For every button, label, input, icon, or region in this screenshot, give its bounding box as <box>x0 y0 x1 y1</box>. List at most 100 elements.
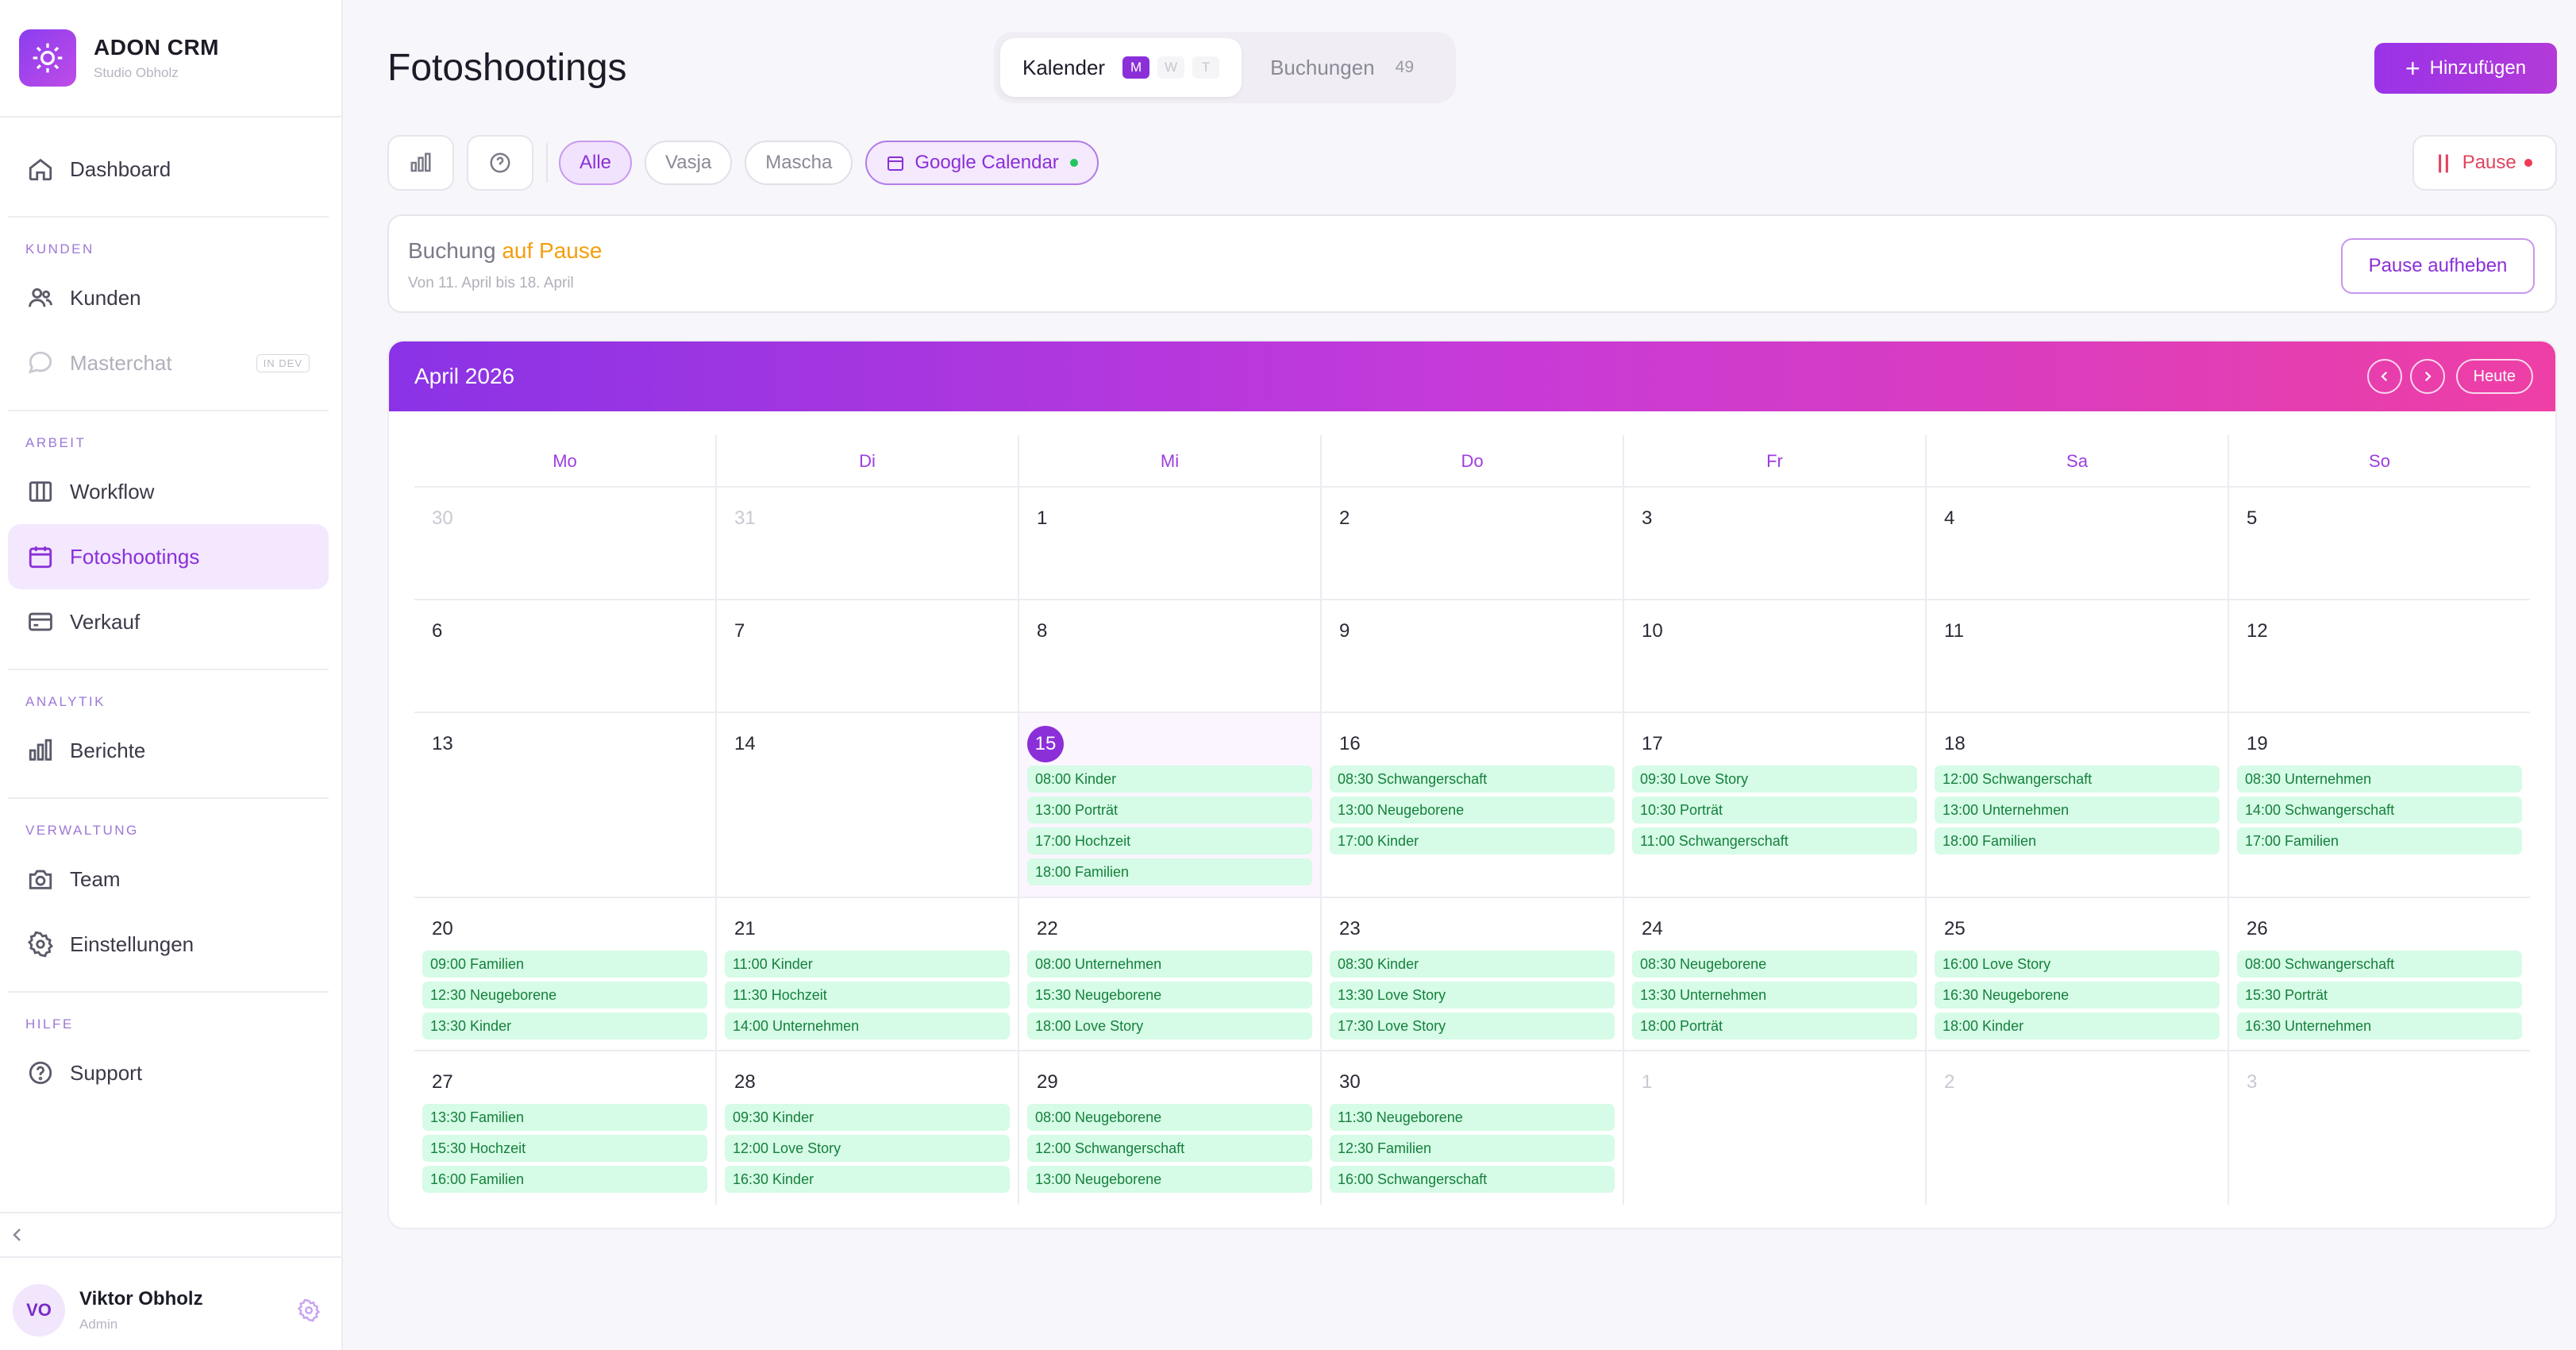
calendar-day-cell[interactable]: 4 <box>1925 488 2228 599</box>
calendar-day-cell[interactable]: 30 11:30 Neugeborene 12:30 Familien 16:00 S… <box>1320 1051 1623 1205</box>
calendar-day-cell[interactable]: 6 <box>414 600 715 712</box>
sidebar-item-verkauf[interactable]: Verkauf <box>8 589 329 654</box>
calendar-day-cell[interactable]: 21 11:00 Kinder 11:30 Hochzeit 14:00 Untern… <box>715 898 1018 1050</box>
event-chip[interactable]: 15:30 Hochzeit <box>422 1135 707 1162</box>
sidebar-item-team[interactable]: Team <box>8 847 329 912</box>
help-button[interactable] <box>467 135 533 191</box>
calendar-day-cell[interactable]: 5 <box>2228 488 2530 599</box>
calendar-day-cell[interactable]: 17 09:30 Love Story 10:30 Porträt 11:00 Sch… <box>1623 713 1925 897</box>
prev-month-button[interactable] <box>2366 359 2402 394</box>
mode-week-chip[interactable]: W <box>1157 56 1185 79</box>
event-chip[interactable]: 09:30 Kinder <box>725 1104 1010 1131</box>
calendar-day-cell[interactable]: 31 <box>715 488 1018 599</box>
settings-gear-icon[interactable] <box>297 1298 321 1322</box>
next-month-button[interactable] <box>2409 359 2445 394</box>
calendar-day-cell[interactable]: 29 08:00 Neugeborene 12:00 Schwangerschaft… <box>1018 1051 1320 1205</box>
calendar-day-cell[interactable]: 26 08:00 Schwangerschaft 15:30 Porträt 16:3… <box>2228 898 2530 1050</box>
pause-button[interactable]: || Pause <box>2412 135 2557 191</box>
calendar-day-cell[interactable]: 2 <box>1320 488 1623 599</box>
filter-alle[interactable]: Alle <box>559 141 633 185</box>
event-chip[interactable]: 16:30 Kinder <box>725 1166 1010 1193</box>
sidebar-item-workflow[interactable]: Workflow <box>8 459 329 524</box>
calendar-day-cell[interactable]: 1 <box>1018 488 1320 599</box>
calendar-day-cell[interactable]: 9 <box>1320 600 1623 712</box>
stats-button[interactable] <box>387 135 454 191</box>
event-chip[interactable]: 12:30 Familien <box>1330 1135 1615 1162</box>
event-chip[interactable]: 08:00 Neugeborene <box>1027 1104 1312 1131</box>
event-chip[interactable]: 18:00 Familien <box>1935 827 2220 854</box>
tab-buchungen[interactable]: Buchungen 49 <box>1248 38 1436 97</box>
mode-day-chip[interactable]: T <box>1192 56 1220 79</box>
event-chip[interactable]: 14:00 Unternehmen <box>725 1012 1010 1040</box>
event-chip[interactable]: 16:30 Unternehmen <box>2237 1012 2522 1040</box>
sidebar-item-einstellungen[interactable]: Einstellungen <box>8 912 329 977</box>
calendar-day-cell[interactable]: 18 12:00 Schwangerschaft 13:00 Unternehmen… <box>1925 713 2228 897</box>
event-chip[interactable]: 12:30 Neugeborene <box>422 982 707 1009</box>
event-chip[interactable]: 13:00 Porträt <box>1027 796 1312 824</box>
event-chip[interactable]: 13:30 Unternehmen <box>1632 982 1917 1009</box>
calendar-day-cell[interactable]: 28 09:30 Kinder 12:00 Love Story 16:30 Kind… <box>715 1051 1018 1205</box>
event-chip[interactable]: 16:00 Love Story <box>1935 951 2220 978</box>
event-chip[interactable]: 16:00 Schwangerschaft <box>1330 1166 1615 1193</box>
calendar-day-cell[interactable]: 13 <box>414 713 715 897</box>
event-chip[interactable]: 08:30 Neugeborene <box>1632 951 1917 978</box>
calendar-day-cell[interactable]: 10 <box>1623 600 1925 712</box>
event-chip[interactable]: 08:00 Schwangerschaft <box>2237 951 2522 978</box>
calendar-day-cell[interactable]: 22 08:00 Unternehmen 15:30 Neugeborene 18:0… <box>1018 898 1320 1050</box>
event-chip[interactable]: 11:30 Neugeborene <box>1330 1104 1615 1131</box>
calendar-day-cell[interactable]: 8 <box>1018 600 1320 712</box>
event-chip[interactable]: 17:30 Love Story <box>1330 1012 1615 1040</box>
event-chip[interactable]: 17:00 Hochzeit <box>1027 827 1312 854</box>
sidebar-item-berichte[interactable]: Berichte <box>8 718 329 783</box>
event-chip[interactable]: 12:00 Schwangerschaft <box>1027 1135 1312 1162</box>
calendar-day-cell[interactable]: 3 <box>1623 488 1925 599</box>
filter-mascha[interactable]: Mascha <box>745 141 853 185</box>
add-button[interactable]: + Hinzufügen <box>2374 43 2557 94</box>
event-chip[interactable]: 11:30 Hochzeit <box>725 982 1010 1009</box>
calendar-day-cell[interactable]: 14 <box>715 713 1018 897</box>
calendar-day-cell[interactable]: 19 08:30 Unternehmen 14:00 Schwangerschaft… <box>2228 713 2530 897</box>
sidebar-item-fotoshootings[interactable]: Fotoshootings <box>8 524 329 589</box>
event-chip[interactable]: 08:30 Kinder <box>1330 951 1615 978</box>
event-chip[interactable]: 18:00 Familien <box>1027 858 1312 885</box>
event-chip[interactable]: 15:30 Porträt <box>2237 982 2522 1009</box>
calendar-day-cell[interactable]: 27 13:30 Familien 15:30 Hochzeit 16:00 Fami… <box>414 1051 715 1205</box>
event-chip[interactable]: 18:00 Porträt <box>1632 1012 1917 1040</box>
event-chip[interactable]: 16:30 Neugeborene <box>1935 982 2220 1009</box>
event-chip[interactable]: 09:00 Familien <box>422 951 707 978</box>
user-profile[interactable]: VO Viktor Obholz Admin <box>0 1271 341 1350</box>
calendar-day-cell[interactable]: 20 09:00 Familien 12:30 Neugeborene 13:30 K… <box>414 898 715 1050</box>
calendar-day-cell[interactable]: 1 <box>1623 1051 1925 1205</box>
filter-vasja[interactable]: Vasja <box>645 141 733 185</box>
calendar-day-cell[interactable]: 25 16:00 Love Story 16:30 Neugeborene 18:00… <box>1925 898 2228 1050</box>
event-chip[interactable]: 12:00 Schwangerschaft <box>1935 766 2220 793</box>
event-chip[interactable]: 13:30 Kinder <box>422 1012 707 1040</box>
mode-month-chip[interactable]: M <box>1122 56 1150 79</box>
calendar-day-cell[interactable]: 16 08:30 Schwangerschaft 13:00 Neugeborene… <box>1320 713 1623 897</box>
event-chip[interactable]: 15:30 Neugeborene <box>1027 982 1312 1009</box>
event-chip[interactable]: 13:30 Love Story <box>1330 982 1615 1009</box>
event-chip[interactable]: 11:00 Kinder <box>725 951 1010 978</box>
event-chip[interactable]: 18:00 Love Story <box>1027 1012 1312 1040</box>
event-chip[interactable]: 08:00 Unternehmen <box>1027 951 1312 978</box>
calendar-day-cell[interactable]: 7 <box>715 600 1018 712</box>
event-chip[interactable]: 14:00 Schwangerschaft <box>2237 796 2522 824</box>
sidebar-item-masterchat[interactable]: Masterchat IN DEV <box>8 330 329 395</box>
calendar-day-cell[interactable]: 23 08:30 Kinder 13:30 Love Story 17:30 Love… <box>1320 898 1623 1050</box>
event-chip[interactable]: 10:30 Porträt <box>1632 796 1917 824</box>
calendar-day-cell[interactable]: 12 <box>2228 600 2530 712</box>
calendar-day-cell[interactable]: 30 <box>414 488 715 599</box>
unpause-button[interactable]: Pause aufheben <box>2341 238 2535 294</box>
filter-google-calendar[interactable]: Google Calendar <box>865 141 1099 185</box>
event-chip[interactable]: 13:00 Neugeborene <box>1027 1166 1312 1193</box>
event-chip[interactable]: 08:30 Schwangerschaft <box>1330 766 1615 793</box>
sidebar-item-support[interactable]: Support <box>8 1040 329 1105</box>
event-chip[interactable]: 11:00 Schwangerschaft <box>1632 827 1917 854</box>
event-chip[interactable]: 09:30 Love Story <box>1632 766 1917 793</box>
event-chip[interactable]: 13:30 Familien <box>422 1104 707 1131</box>
event-chip[interactable]: 17:00 Familien <box>2237 827 2522 854</box>
event-chip[interactable]: 12:00 Love Story <box>725 1135 1010 1162</box>
sidebar-item-dashboard[interactable]: Dashboard <box>8 137 329 202</box>
collapse-sidebar-button[interactable] <box>0 1212 341 1258</box>
event-chip[interactable]: 13:00 Neugeborene <box>1330 796 1615 824</box>
